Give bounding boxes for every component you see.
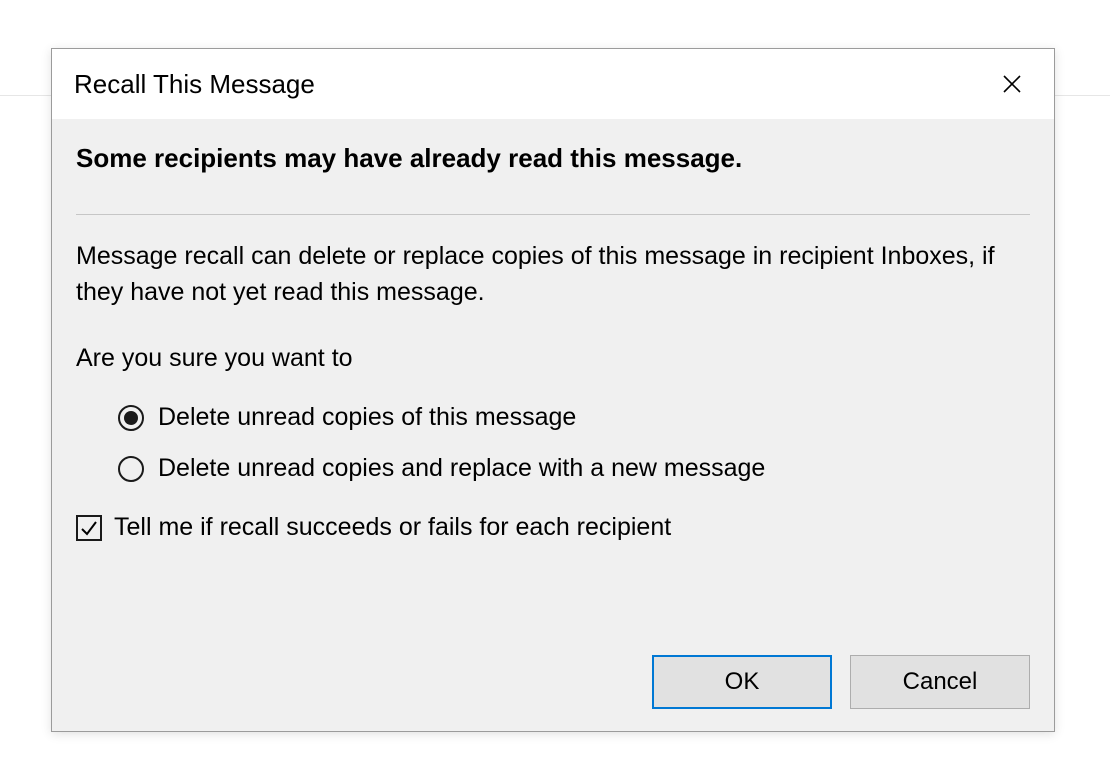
radio-label: Delete unread copies of this message: [158, 403, 576, 432]
dialog-title: Recall This Message: [74, 69, 315, 100]
dialog-buttons: OK Cancel: [652, 655, 1030, 709]
checkmark-icon: [79, 518, 99, 538]
checkbox-label: Tell me if recall succeeds or fails for …: [114, 513, 671, 542]
dialog-titlebar: Recall This Message: [52, 49, 1054, 119]
close-button[interactable]: [992, 64, 1032, 104]
radio-delete-unread[interactable]: Delete unread copies of this message: [118, 403, 1030, 432]
radio-delete-and-replace[interactable]: Delete unread copies and replace with a …: [118, 454, 1030, 483]
radio-selected-dot: [124, 411, 138, 425]
checkbox-icon: [76, 515, 102, 541]
recall-message-dialog: Recall This Message Some recipients may …: [51, 48, 1055, 732]
dialog-headline: Some recipients may have already read th…: [76, 143, 1030, 174]
radio-label: Delete unread copies and replace with a …: [158, 454, 765, 483]
recall-option-radio-group: Delete unread copies of this message Del…: [76, 403, 1030, 483]
dialog-body: Some recipients may have already read th…: [52, 119, 1054, 542]
prompt-text: Are you sure you want to: [76, 344, 1030, 373]
cancel-button[interactable]: Cancel: [850, 655, 1030, 709]
radio-icon: [118, 456, 144, 482]
ok-button[interactable]: OK: [652, 655, 832, 709]
explanation-text: Message recall can delete or replace cop…: [76, 239, 1030, 310]
section-divider: [76, 214, 1030, 215]
close-icon: [1002, 74, 1022, 94]
notify-checkbox-row[interactable]: Tell me if recall succeeds or fails for …: [76, 513, 1030, 542]
radio-icon: [118, 405, 144, 431]
